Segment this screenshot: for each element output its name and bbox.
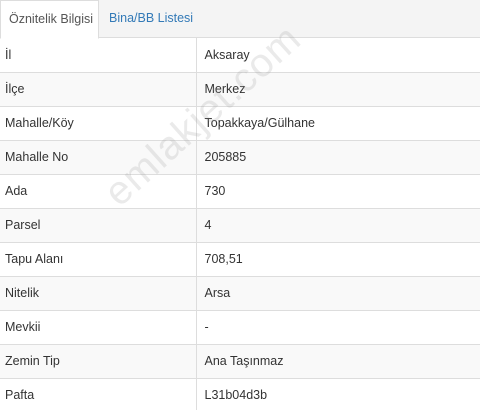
parcel-attributes-panel: Öznitelik Bilgisi Bina/BB Listesi İl Aks… bbox=[0, 0, 480, 410]
table-row: Mahalle/Köy Topakkaya/Gülhane bbox=[0, 106, 480, 141]
attribute-value: Ana Taşınmaz bbox=[196, 344, 480, 379]
table-row: Mahalle No 205885 bbox=[0, 140, 480, 175]
table-row: Tapu Alanı 708,51 bbox=[0, 242, 480, 277]
table-row: Nitelik Arsa bbox=[0, 276, 480, 311]
attribute-key: Tapu Alanı bbox=[0, 242, 197, 277]
attribute-key: Nitelik bbox=[0, 276, 197, 311]
attribute-key: İlçe bbox=[0, 72, 197, 107]
table-row: Mevkii - bbox=[0, 310, 480, 345]
attribute-value: 708,51 bbox=[196, 242, 480, 277]
attribute-key: Mahalle No bbox=[0, 140, 197, 175]
attribute-key: Ada bbox=[0, 174, 197, 209]
table-row: Ada 730 bbox=[0, 174, 480, 209]
table-row: İl Aksaray bbox=[0, 38, 480, 73]
attribute-key: Parsel bbox=[0, 208, 197, 243]
tab-building-list[interactable]: Bina/BB Listesi bbox=[101, 0, 201, 38]
table-row: Pafta L31b04d3b bbox=[0, 378, 480, 410]
attribute-key: İl bbox=[0, 38, 197, 73]
attribute-value: Merkez bbox=[196, 72, 480, 107]
attribute-value: - bbox=[196, 310, 480, 345]
attribute-key: Pafta bbox=[0, 378, 197, 410]
attribute-key: Mahalle/Köy bbox=[0, 106, 197, 141]
attribute-key: Mevkii bbox=[0, 310, 197, 345]
attribute-value: Arsa bbox=[196, 276, 480, 311]
attribute-value: 205885 bbox=[196, 140, 480, 175]
attribute-value: Aksaray bbox=[196, 38, 480, 73]
attribute-key: Zemin Tip bbox=[0, 344, 197, 379]
attribute-table: İl Aksaray İlçe Merkez Mahalle/Köy Topak… bbox=[0, 38, 480, 410]
table-row: İlçe Merkez bbox=[0, 72, 480, 107]
table-row: Zemin Tip Ana Taşınmaz bbox=[0, 344, 480, 379]
attribute-value: 4 bbox=[196, 208, 480, 243]
table-row: Parsel 4 bbox=[0, 208, 480, 243]
attribute-value: Topakkaya/Gülhane bbox=[196, 106, 480, 141]
tab-attribute-info[interactable]: Öznitelik Bilgisi bbox=[0, 0, 99, 39]
attribute-value: 730 bbox=[196, 174, 480, 209]
tab-bar: Öznitelik Bilgisi Bina/BB Listesi bbox=[0, 0, 480, 39]
attribute-value: L31b04d3b bbox=[196, 378, 480, 410]
